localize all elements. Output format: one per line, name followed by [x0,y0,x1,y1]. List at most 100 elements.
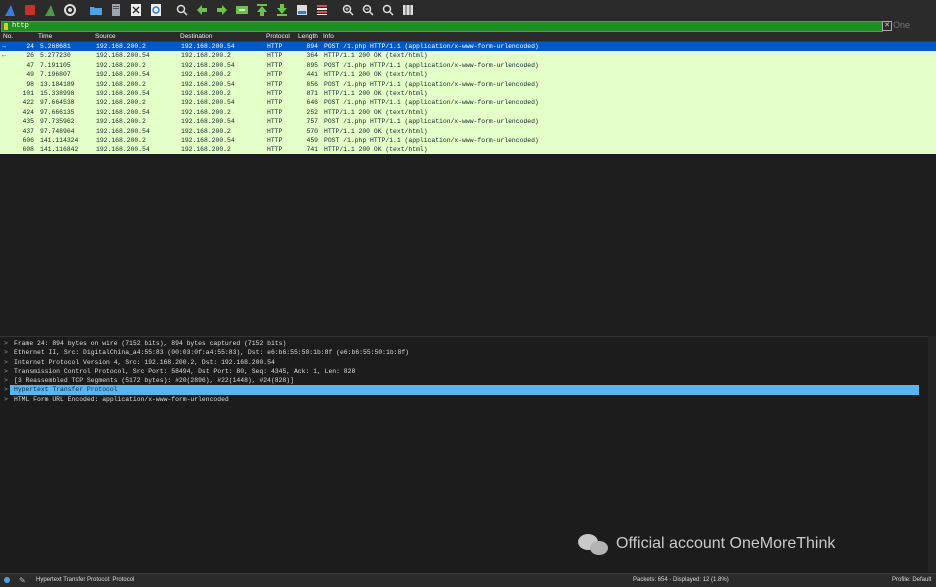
detail-tree-label: Internet Protocol Version 4, Src: 192.16… [14,358,275,366]
packet-info: HTTP/1.1 200 OK (text/html) [324,127,428,135]
packet-list-header: No. Time Source Destination Protocol Len… [0,32,936,42]
packet-row[interactable]: 437 97.748964 192.168.200.54 192.168.200.2 H… [0,126,936,136]
packet-row[interactable]: 101 15.338998 192.168.200.54 192.168.200.2 H… [0,88,936,99]
packet-source: 192.168.200.2 [96,61,146,69]
last-packet-icon[interactable] [272,0,292,20]
expand-chevron-icon[interactable]: > [4,395,8,404]
packet-source: 192.168.200.54 [96,108,150,116]
packet-row[interactable]: 424 97.666135 192.168.200.54 192.168.200.2 H… [0,107,936,118]
main-toolbar [0,0,936,20]
wechat-icon [578,532,610,556]
shark-fin-start-icon[interactable] [0,0,20,20]
zoom-normal-icon[interactable] [378,0,398,20]
detail-tree-item[interactable]: > [3 Reassembled TCP Segments (5172 bytes… [0,376,928,385]
detail-tree-item[interactable]: > Frame 24: 894 bytes on wire (7152 bits)… [0,339,928,348]
reload-file-icon[interactable] [146,0,166,20]
display-filter-bar: http ✕ One [0,20,936,32]
detail-tree-item[interactable]: > Ethernet II, Src: DigitalChina_a4:55:83… [0,348,928,357]
zoom-out-icon[interactable] [358,0,378,20]
packet-info: HTTP/1.1 200 OK (text/html) [324,71,428,79]
resize-columns-icon[interactable] [398,0,418,20]
packet-row[interactable]: ← 26 5.277230 192.168.200.54 192.168.200.2 HT… [0,51,936,61]
capture-status-icon[interactable] [4,577,10,583]
packet-row[interactable]: 98 13.184189 192.168.200.2 192.168.200.54 HT… [0,79,936,89]
packet-source: 192.168.200.2 [96,136,146,144]
expand-chevron-icon[interactable]: > [4,339,8,348]
packet-protocol: HTTP [267,52,283,60]
watermark-text: Official account OneMoreThink [616,535,836,552]
open-folder-icon[interactable] [86,0,106,20]
display-filter-input[interactable]: http [1,21,883,32]
packet-destination: 192.168.200.2 [181,52,231,60]
find-magnifier-icon[interactable] [172,0,192,20]
packet-rows: → 24 5.268681 192.168.200.2 192.168.200.54 HT… [0,42,936,155]
packet-destination: 192.168.200.54 [181,136,235,144]
autoscroll-icon[interactable] [292,0,312,20]
packet-destination: 192.168.200.2 [181,127,231,135]
packet-number: 435 [22,118,34,126]
packet-time: 141.114324 [40,136,79,144]
expand-chevron-icon[interactable]: > [4,348,8,357]
detail-tree-item[interactable]: > HTML Form URL Encoded: application/x-ww… [0,395,928,404]
go-forward-arrow-icon[interactable] [212,0,232,20]
packet-time: 7.196807 [40,71,71,79]
expand-chevron-icon[interactable]: > [4,358,8,367]
packet-number: 437 [22,127,34,135]
packet-row[interactable]: 435 97.735962 192.168.200.2 192.168.200.54 H… [0,117,936,127]
column-header-info[interactable]: Info [323,32,334,41]
column-header-protocol[interactable]: Protocol [266,32,290,41]
detail-tree-label: HTML Form URL Encoded: application/x-www… [14,395,229,403]
edit-comment-icon[interactable]: ✎ [19,574,26,587]
column-header-time[interactable]: Time [38,32,52,41]
save-file-icon[interactable] [106,0,126,20]
details-scrollbar[interactable] [928,336,936,572]
column-header-source[interactable]: Source [95,32,116,41]
packet-row[interactable]: 422 97.664538 192.168.200.2 192.168.200.54 H… [0,98,936,108]
detail-tree-item[interactable]: > Hypertext Transfer Protocol [0,385,928,395]
detail-tree-item[interactable]: > Internet Protocol Version 4, Src: 192.1… [0,358,928,367]
packet-number: 24 [26,43,34,50]
packet-length: 894 [306,43,318,50]
packet-row[interactable]: 47 7.191105 192.168.200.2 192.168.200.54 HTT… [0,60,936,71]
options-gear-icon[interactable] [60,0,80,20]
first-packet-icon[interactable] [252,0,272,20]
packet-protocol: HTTP [267,118,283,126]
packet-time: 97.666135 [40,108,75,116]
go-back-arrow-icon[interactable] [192,0,212,20]
status-packet-counts: Packets: 654 · Displayed: 12 (1.8%) [633,577,729,583]
expand-chevron-icon[interactable]: > [4,367,8,376]
column-header-no[interactable]: No. [3,32,13,41]
packet-info: POST /1.php HTTP/1.1 (application/x-www-… [324,61,539,69]
packet-time: 5.277230 [40,52,71,60]
packet-info: POST /1.php HTTP/1.1 (application/x-www-… [324,43,539,50]
packet-source: 192.168.200.54 [96,127,150,135]
packet-protocol: HTTP [267,127,283,135]
packet-number: 606 [22,136,34,144]
packet-time: 97.735962 [40,118,75,126]
packet-row[interactable]: → 24 5.268681 192.168.200.2 192.168.200.54 HT… [0,42,936,52]
zoom-in-icon[interactable] [338,0,358,20]
packet-number: 422 [22,99,34,107]
colorize-icon[interactable] [312,0,332,20]
clear-filter-icon[interactable]: ✕ [882,21,892,31]
column-header-destination[interactable]: Destination [180,32,213,41]
packet-row[interactable]: 49 7.196807 192.168.200.54 192.168.200.2 HTT… [0,70,936,80]
column-header-length[interactable]: Length [298,32,318,41]
restart-fin-icon[interactable] [40,0,60,20]
expand-chevron-icon[interactable]: > [4,385,8,394]
detail-tree-item[interactable]: > Transmission Control Protocol, Src Port… [0,367,928,376]
go-to-packet-icon[interactable] [232,0,252,20]
close-file-icon[interactable] [126,0,146,20]
packet-row[interactable]: 606 141.114324 192.168.200.2 192.168.200.54… [0,135,936,146]
detail-rows: > Frame 24: 894 bytes on wire (7152 bits)… [0,337,928,404]
filter-bookmark-icon[interactable] [4,23,8,30]
detail-tree-label: [3 Reassembled TCP Segments (5172 bytes)… [14,377,294,385]
filter-apply-button[interactable]: One [893,20,910,30]
packet-destination: 192.168.200.2 [181,89,231,97]
stop-square-icon[interactable] [20,0,40,20]
packet-number: 98 [26,80,34,88]
status-profile[interactable]: Profile: Default [892,574,931,587]
expand-chevron-icon[interactable]: > [4,376,8,385]
packet-time: 5.268681 [40,43,71,50]
packet-protocol: HTTP [267,71,283,79]
